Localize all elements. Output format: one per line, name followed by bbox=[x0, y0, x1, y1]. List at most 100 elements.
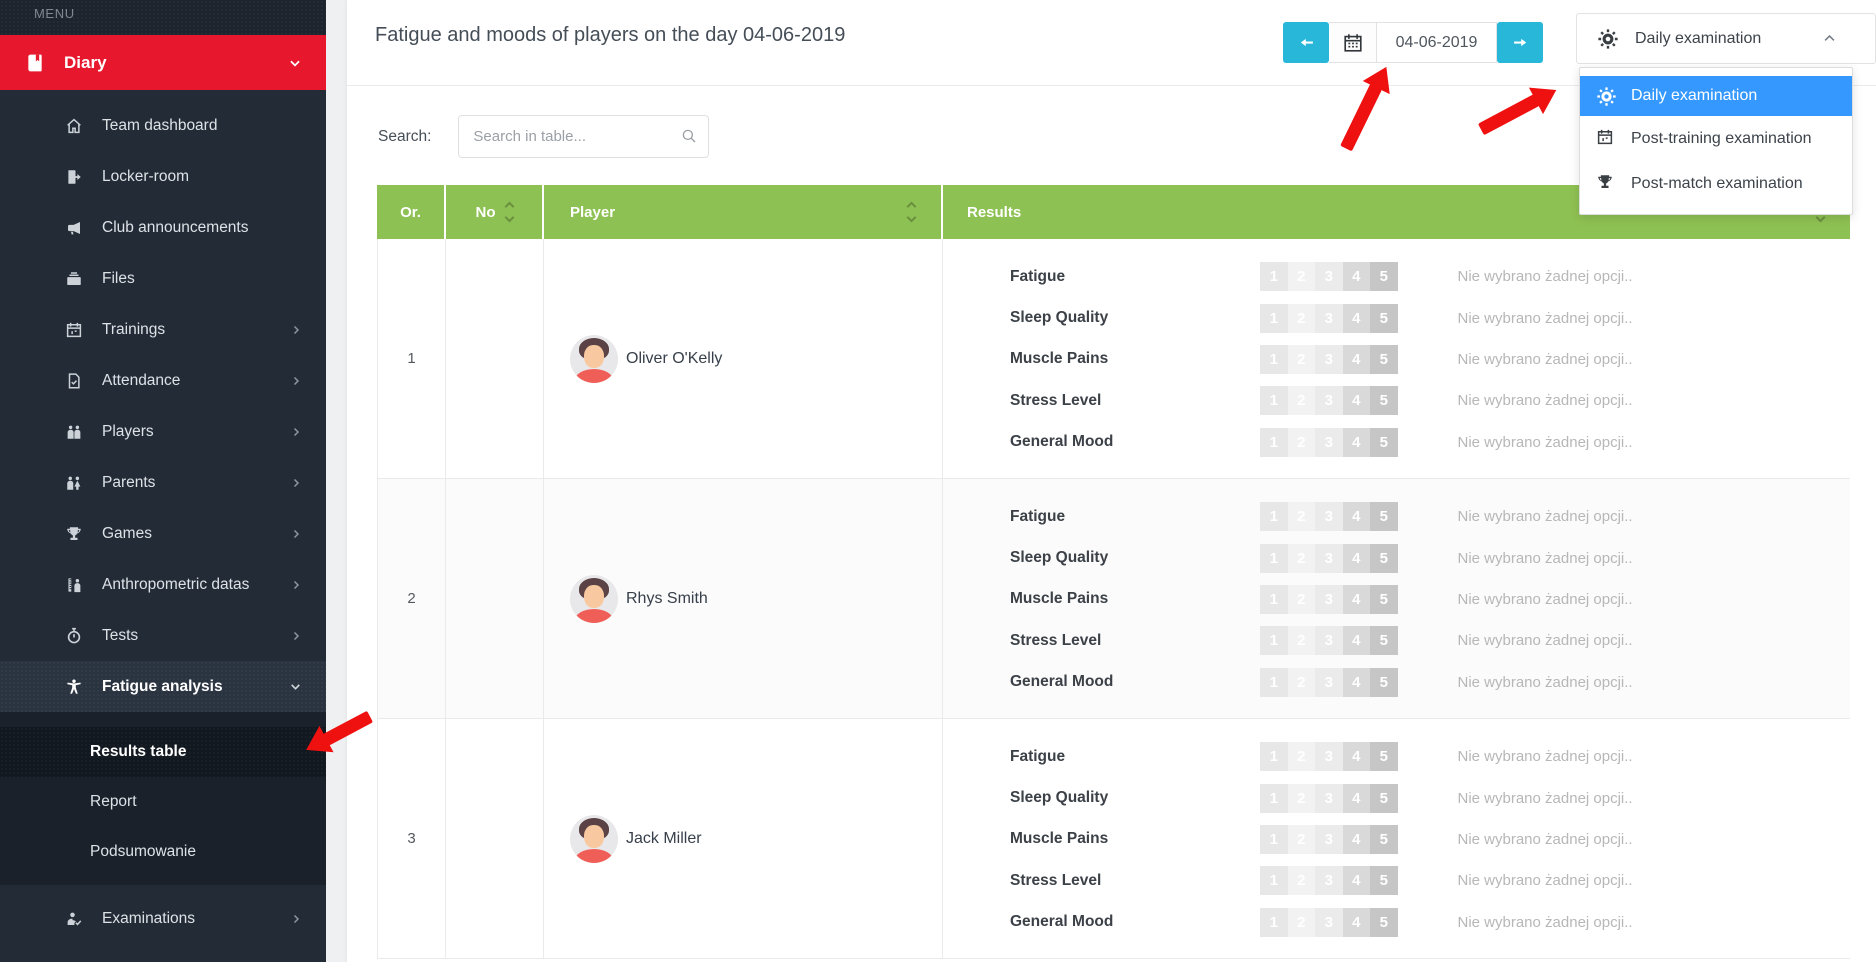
rating-button-1[interactable]: 1 bbox=[1260, 428, 1288, 457]
rating-button-4[interactable]: 4 bbox=[1343, 585, 1371, 614]
rating-button-2[interactable]: 2 bbox=[1288, 428, 1316, 457]
examination-type-select[interactable]: Daily examination bbox=[1576, 13, 1876, 64]
rating-button-3[interactable]: 3 bbox=[1315, 428, 1343, 457]
rating-button-1[interactable]: 1 bbox=[1260, 866, 1288, 895]
rating-button-2[interactable]: 2 bbox=[1288, 544, 1316, 573]
sidebar-item-diary[interactable]: Diary bbox=[0, 35, 326, 90]
sidebar-item-podsumowanie[interactable]: Podsumowanie bbox=[0, 827, 326, 877]
rating-button-1[interactable]: 1 bbox=[1260, 386, 1288, 415]
rating-button-1[interactable]: 1 bbox=[1260, 502, 1288, 531]
rating-button-5[interactable]: 5 bbox=[1370, 866, 1398, 895]
rating-button-5[interactable]: 5 bbox=[1370, 585, 1398, 614]
rating-button-2[interactable]: 2 bbox=[1288, 386, 1316, 415]
rating-button-3[interactable]: 3 bbox=[1315, 825, 1343, 854]
sidebar-item-results-table[interactable]: Results table bbox=[0, 727, 326, 777]
rating-button-1[interactable]: 1 bbox=[1260, 262, 1288, 291]
sidebar-item-examinations[interactable]: Examinations bbox=[0, 893, 326, 944]
rating-button-1[interactable]: 1 bbox=[1260, 825, 1288, 854]
sidebar-item-fatigue-analysis[interactable]: Fatigue analysis bbox=[0, 661, 326, 712]
rating-button-5[interactable]: 5 bbox=[1370, 626, 1398, 655]
rating-button-2[interactable]: 2 bbox=[1288, 304, 1316, 333]
rating-button-2[interactable]: 2 bbox=[1288, 866, 1316, 895]
calendar-picker-button[interactable] bbox=[1329, 22, 1377, 63]
next-day-button[interactable] bbox=[1497, 22, 1543, 63]
rating-button-1[interactable]: 1 bbox=[1260, 585, 1288, 614]
rating-button-1[interactable]: 1 bbox=[1260, 304, 1288, 333]
sidebar-item-players[interactable]: Players bbox=[0, 406, 326, 457]
rating-button-1[interactable]: 1 bbox=[1260, 668, 1288, 697]
rating-button-5[interactable]: 5 bbox=[1370, 668, 1398, 697]
rating-button-3[interactable]: 3 bbox=[1315, 544, 1343, 573]
rating-button-3[interactable]: 3 bbox=[1315, 345, 1343, 374]
rating-button-3[interactable]: 3 bbox=[1315, 742, 1343, 771]
rating-button-5[interactable]: 5 bbox=[1370, 345, 1398, 374]
rating-button-4[interactable]: 4 bbox=[1343, 866, 1371, 895]
rating-button-4[interactable]: 4 bbox=[1343, 825, 1371, 854]
rating-button-3[interactable]: 3 bbox=[1315, 908, 1343, 937]
rating-button-5[interactable]: 5 bbox=[1370, 502, 1398, 531]
sidebar-item-trainings[interactable]: Trainings bbox=[0, 304, 326, 355]
rating-button-1[interactable]: 1 bbox=[1260, 345, 1288, 374]
previous-day-button[interactable] bbox=[1283, 22, 1329, 63]
rating-button-5[interactable]: 5 bbox=[1370, 742, 1398, 771]
rating-button-5[interactable]: 5 bbox=[1370, 304, 1398, 333]
sidebar-item-report[interactable]: Report bbox=[0, 777, 326, 827]
rating-button-3[interactable]: 3 bbox=[1315, 262, 1343, 291]
rating-button-5[interactable]: 5 bbox=[1370, 262, 1398, 291]
rating-button-2[interactable]: 2 bbox=[1288, 626, 1316, 655]
rating-button-4[interactable]: 4 bbox=[1343, 668, 1371, 697]
sidebar-item-parents[interactable]: Parents bbox=[0, 457, 326, 508]
sidebar-item-team-dashboard[interactable]: Team dashboard bbox=[0, 100, 326, 151]
rating-button-4[interactable]: 4 bbox=[1343, 304, 1371, 333]
rating-button-4[interactable]: 4 bbox=[1343, 908, 1371, 937]
rating-button-2[interactable]: 2 bbox=[1288, 908, 1316, 937]
sidebar-item-club-announcements[interactable]: Club announcements bbox=[0, 202, 326, 253]
rating-button-2[interactable]: 2 bbox=[1288, 502, 1316, 531]
rating-button-5[interactable]: 5 bbox=[1370, 428, 1398, 457]
rating-button-1[interactable]: 1 bbox=[1260, 626, 1288, 655]
rating-button-3[interactable]: 3 bbox=[1315, 502, 1343, 531]
dropdown-option-daily-examination[interactable]: Daily examination bbox=[1580, 76, 1852, 116]
rating-button-2[interactable]: 2 bbox=[1288, 825, 1316, 854]
rating-button-4[interactable]: 4 bbox=[1343, 742, 1371, 771]
rating-button-4[interactable]: 4 bbox=[1343, 784, 1371, 813]
rating-button-4[interactable]: 4 bbox=[1343, 626, 1371, 655]
rating-button-2[interactable]: 2 bbox=[1288, 262, 1316, 291]
search-input[interactable] bbox=[458, 115, 709, 158]
rating-button-3[interactable]: 3 bbox=[1315, 386, 1343, 415]
sidebar-item-locker-room[interactable]: Locker-room bbox=[0, 151, 326, 202]
sidebar-item-anthropometric-datas[interactable]: Anthropometric datas bbox=[0, 559, 326, 610]
rating-button-2[interactable]: 2 bbox=[1288, 742, 1316, 771]
rating-button-4[interactable]: 4 bbox=[1343, 345, 1371, 374]
rating-button-5[interactable]: 5 bbox=[1370, 825, 1398, 854]
sidebar-item-attendance[interactable]: Attendance bbox=[0, 355, 326, 406]
rating-button-5[interactable]: 5 bbox=[1370, 544, 1398, 573]
dropdown-option-post-match-examination[interactable]: Post-match examination bbox=[1580, 161, 1852, 206]
rating-button-2[interactable]: 2 bbox=[1288, 585, 1316, 614]
rating-button-5[interactable]: 5 bbox=[1370, 908, 1398, 937]
rating-button-4[interactable]: 4 bbox=[1343, 262, 1371, 291]
date-input[interactable]: 04-06-2019 bbox=[1377, 22, 1497, 63]
rating-button-5[interactable]: 5 bbox=[1370, 784, 1398, 813]
rating-button-1[interactable]: 1 bbox=[1260, 784, 1288, 813]
rating-button-2[interactable]: 2 bbox=[1288, 784, 1316, 813]
rating-button-5[interactable]: 5 bbox=[1370, 386, 1398, 415]
rating-button-3[interactable]: 3 bbox=[1315, 304, 1343, 333]
rating-button-4[interactable]: 4 bbox=[1343, 386, 1371, 415]
sidebar-item-tests[interactable]: Tests bbox=[0, 610, 326, 661]
rating-button-2[interactable]: 2 bbox=[1288, 668, 1316, 697]
rating-button-3[interactable]: 3 bbox=[1315, 784, 1343, 813]
column-header-no[interactable]: No bbox=[446, 185, 544, 239]
rating-button-2[interactable]: 2 bbox=[1288, 345, 1316, 374]
rating-button-3[interactable]: 3 bbox=[1315, 626, 1343, 655]
rating-button-3[interactable]: 3 bbox=[1315, 668, 1343, 697]
rating-button-1[interactable]: 1 bbox=[1260, 544, 1288, 573]
column-header-player[interactable]: Player bbox=[544, 185, 943, 239]
rating-button-3[interactable]: 3 bbox=[1315, 585, 1343, 614]
sidebar-item-files[interactable]: Files bbox=[0, 253, 326, 304]
rating-button-4[interactable]: 4 bbox=[1343, 502, 1371, 531]
dropdown-option-post-training-examination[interactable]: Post-training examination bbox=[1580, 116, 1852, 161]
rating-button-1[interactable]: 1 bbox=[1260, 908, 1288, 937]
sidebar-item-games[interactable]: Games bbox=[0, 508, 326, 559]
rating-button-1[interactable]: 1 bbox=[1260, 742, 1288, 771]
